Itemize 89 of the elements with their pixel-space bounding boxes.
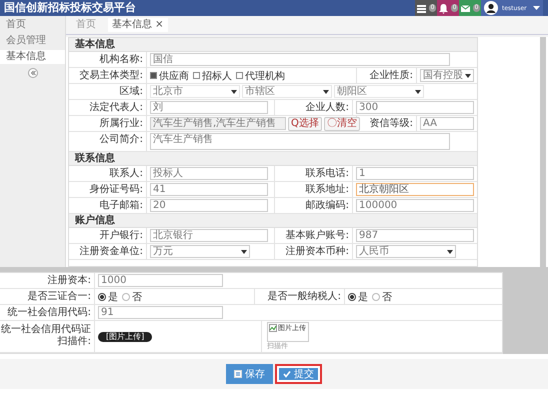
field-label: 统一社会信用代码: [0, 305, 95, 320]
input-field: 汽车生产销售,汽车生产销售 [150, 117, 286, 130]
input-field[interactable]: 北京朝阳区 [356, 183, 474, 196]
field-label: 基本账户账号: [275, 228, 353, 243]
input-field[interactable]: 91 [98, 306, 223, 319]
checkbox-label: 供应商 [159, 70, 189, 82]
save-button[interactable]: 保存 [226, 364, 273, 384]
field-label: 电子邮箱: [69, 198, 147, 213]
collapse-icon [28, 68, 38, 78]
document-icon [234, 370, 242, 378]
radio-button[interactable] [122, 292, 130, 300]
radio-button[interactable] [348, 292, 356, 300]
select-field[interactable]: 万元 [150, 245, 250, 258]
sidebar-item[interactable]: 首页 [0, 18, 65, 32]
checkbox[interactable] [193, 72, 200, 79]
select-field[interactable]: 国有控股 [420, 69, 474, 82]
window-title: 国信创新招标投标交易平台 [3, 0, 137, 16]
field-label: 邮政编码: [275, 198, 353, 213]
field-label: 区域: [69, 84, 147, 99]
checkbox[interactable] [150, 72, 157, 79]
clear-button[interactable]: 〇清空 [324, 116, 360, 130]
select-button[interactable]: Q选择 [288, 116, 322, 130]
field-label: 法定代表人: [69, 100, 147, 115]
field-label: 是否一般纳税人: [255, 289, 345, 304]
field-label: 是否三证合一: [0, 289, 95, 304]
radio-label: 否 [382, 290, 392, 304]
dropdown-arrow-icon [231, 90, 237, 94]
input-field[interactable]: 投标人 [150, 167, 268, 180]
input-field[interactable]: 300 [356, 101, 474, 114]
checkmark-icon [283, 370, 291, 378]
field-label: 开户银行: [69, 228, 147, 243]
mail-icon [460, 2, 471, 14]
field-label: 身份证号码: [69, 182, 147, 197]
input-field[interactable]: 1000 [98, 274, 223, 287]
broken-image-icon [269, 324, 277, 332]
checkbox-label: 代理机构 [245, 70, 285, 82]
select-field[interactable]: 市辖区 [242, 85, 332, 98]
input-field[interactable]: 1 [356, 167, 474, 180]
field-label: 企业人数: [275, 100, 353, 115]
input-field[interactable]: AA [420, 117, 474, 130]
field-label: 注册资金单位: [69, 244, 147, 259]
input-field[interactable]: 100000 [356, 199, 474, 212]
sidebar-item[interactable]: 基本信息 [0, 50, 65, 64]
radio-button[interactable] [372, 292, 380, 300]
field-label: 联系人: [69, 166, 147, 181]
radio-button[interactable] [98, 292, 106, 300]
field-label: 所属行业: [69, 116, 147, 131]
field-label: 机构名称: [69, 52, 147, 67]
section-header: 账户信息 [69, 214, 477, 228]
radio-label: 是 [358, 290, 368, 304]
dropdown-arrow-icon [323, 90, 329, 94]
scrollbar[interactable] [540, 37, 546, 267]
select-field[interactable]: 北京市 [150, 85, 240, 98]
sidebar-item[interactable]: 会员管理 [0, 34, 65, 48]
field-label: 注册资本: [0, 273, 95, 288]
select-field[interactable]: 朝阳区 [334, 85, 424, 98]
input-field[interactable]: 国信 [150, 53, 450, 66]
field-label: 资信等级: [357, 116, 417, 131]
dropdown-arrow-icon [415, 90, 421, 94]
input-field[interactable]: 20 [150, 199, 268, 212]
field-label: 联系电话: [275, 166, 353, 181]
input-field[interactable]: 41 [150, 183, 268, 196]
field-label: 交易主体类型: [69, 68, 147, 83]
caret-icon [533, 6, 540, 10]
dropdown-arrow-icon [447, 250, 453, 254]
breadcrumb-tab[interactable]: 首页 [72, 18, 100, 32]
submit-button[interactable]: 提交 [275, 364, 322, 384]
dropdown-arrow-icon [465, 74, 471, 78]
list-icon [416, 2, 427, 14]
field-label: 企业性质: [357, 68, 417, 83]
bell-icon [438, 2, 449, 14]
radio-label: 是 [108, 290, 118, 304]
upload-button[interactable]: [图片上传] [98, 332, 152, 342]
checkbox-label: 招标人 [202, 70, 232, 82]
dropdown-arrow-icon [241, 250, 247, 254]
section-header: 联系信息 [69, 152, 477, 166]
field-label: 联系地址: [275, 182, 353, 197]
text-area[interactable]: 汽车生产销售 [150, 133, 450, 150]
section-header: 基本信息 [69, 38, 477, 52]
select-field[interactable]: 人民币 [356, 245, 456, 258]
field-label: 统一社会信用代码证扫描件: [0, 321, 95, 352]
input-field[interactable]: 北京银行 [150, 229, 268, 242]
input-field[interactable]: 刘 [150, 101, 268, 114]
radio-label: 否 [132, 290, 142, 304]
input-field[interactable]: 987 [356, 229, 474, 242]
field-label: 注册资本币种: [275, 244, 353, 259]
field-label: 公司简介: [69, 132, 147, 151]
checkbox[interactable] [236, 72, 243, 79]
breadcrumb-tab[interactable]: 基本信息 × [108, 18, 168, 32]
